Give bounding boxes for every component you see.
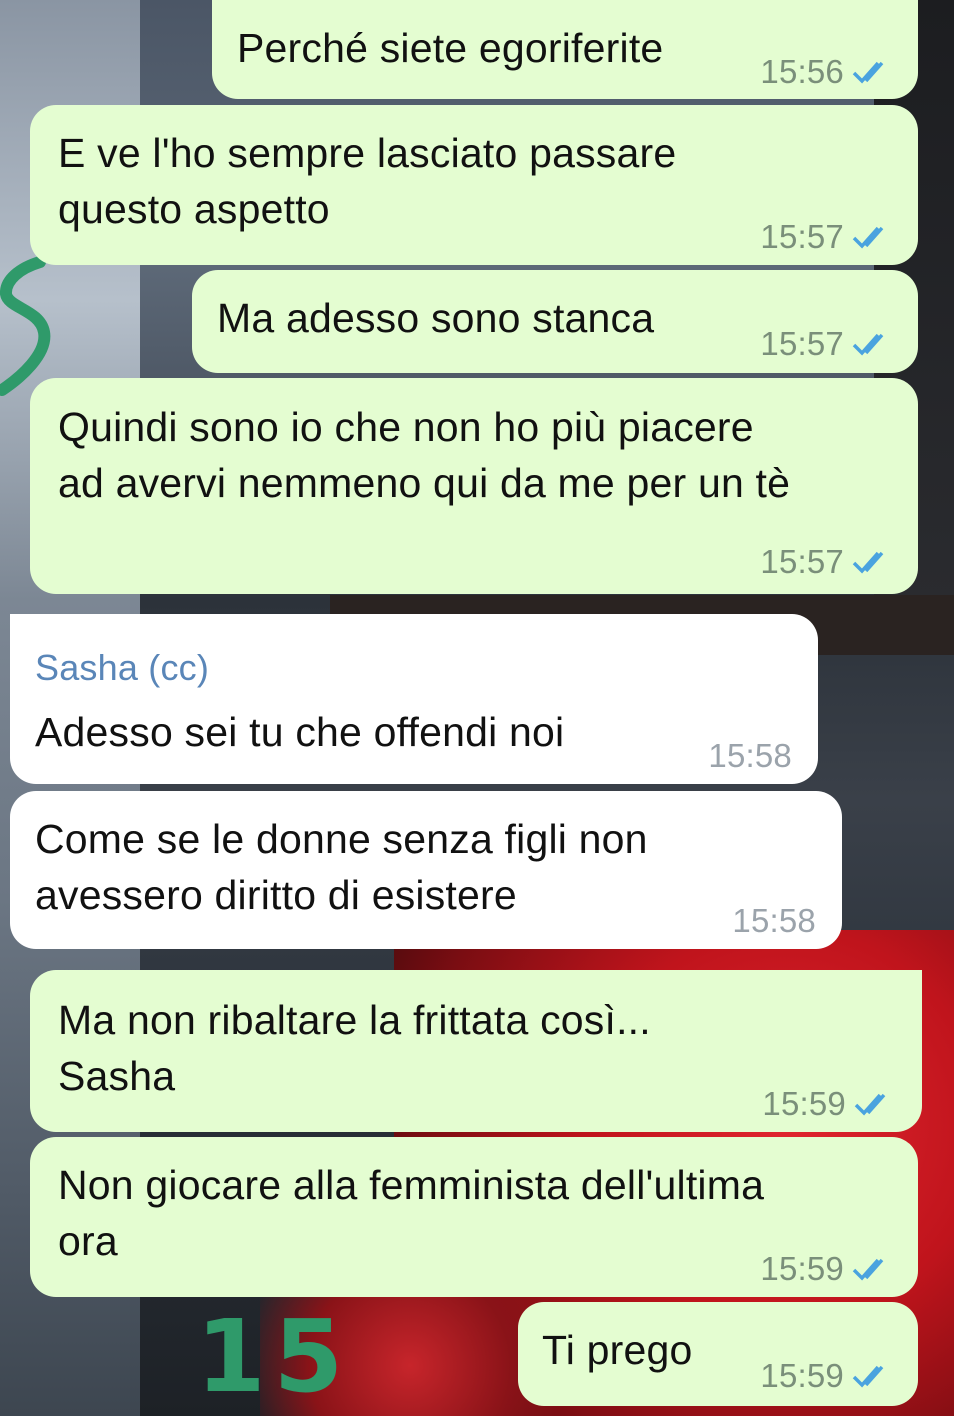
handwritten-page-number: 15 xyxy=(196,1298,352,1415)
message-meta: 15:56 xyxy=(760,44,890,100)
message-time: 15:57 xyxy=(760,218,844,255)
message-text: E ve l'ho sempre lasciato passare questo… xyxy=(58,130,677,232)
message-bubble-outgoing[interactable]: Perché siete egoriferite 15:56 xyxy=(212,0,918,99)
message-meta: 15:59 xyxy=(760,1241,890,1297)
message-meta: 15:58 xyxy=(732,893,816,949)
message-text: Quindi sono io che non ho più piacere ad… xyxy=(58,404,791,506)
message-meta: 15:57 xyxy=(760,534,890,590)
message-text: Perché siete egoriferite xyxy=(237,25,664,71)
message-time: 15:57 xyxy=(760,325,844,362)
double-check-icon xyxy=(852,333,884,356)
message-meta: 15:57 xyxy=(760,316,890,372)
message-text: Ti prego xyxy=(542,1327,693,1373)
message-bubble-incoming[interactable]: Sasha (cc) Adesso sei tu che offendi noi… xyxy=(10,614,818,784)
message-time: 15:59 xyxy=(760,1250,844,1287)
message-meta: 15:59 xyxy=(760,1348,890,1404)
message-bubble-outgoing[interactable]: Quindi sono io che non ho più piacere ad… xyxy=(30,378,918,594)
message-text: Ma non ribaltare la frittata così... Sas… xyxy=(58,997,651,1099)
double-check-icon xyxy=(854,1093,886,1116)
double-check-icon xyxy=(852,226,884,249)
message-meta: 15:57 xyxy=(760,209,890,265)
message-bubble-outgoing[interactable]: Non giocare alla femminista dell'ultima … xyxy=(30,1137,918,1297)
double-check-icon xyxy=(852,1365,884,1388)
message-text: Non giocare alla femminista dell'ultima … xyxy=(58,1162,765,1264)
message-time: 15:58 xyxy=(732,902,816,939)
double-check-icon xyxy=(852,551,884,574)
message-bubble-outgoing[interactable]: Ma non ribaltare la frittata così... Sas… xyxy=(30,970,922,1132)
message-text: Come se le donne senza figli non avesser… xyxy=(35,816,648,918)
message-time: 15:59 xyxy=(762,1085,846,1122)
message-bubble-incoming[interactable]: Come se le donne senza figli non avesser… xyxy=(10,791,842,949)
double-check-icon xyxy=(852,1258,884,1281)
message-text: Adesso sei tu che offendi noi xyxy=(35,709,565,755)
message-time: 15:56 xyxy=(760,53,844,90)
message-time: 15:58 xyxy=(708,737,792,774)
message-bubble-outgoing[interactable]: Ma adesso sono stanca 15:57 xyxy=(192,270,918,373)
message-time: 15:57 xyxy=(760,543,844,580)
message-bubble-outgoing[interactable]: Ti prego 15:59 xyxy=(518,1302,918,1406)
message-meta: 15:59 xyxy=(762,1076,892,1132)
message-text: Ma adesso sono stanca xyxy=(217,295,655,341)
double-check-icon xyxy=(852,61,884,84)
sender-name[interactable]: Sasha (cc) xyxy=(35,640,209,696)
message-bubble-outgoing[interactable]: E ve l'ho sempre lasciato passare questo… xyxy=(30,105,918,265)
message-time: 15:59 xyxy=(760,1357,844,1394)
message-meta: 15:58 xyxy=(708,728,792,784)
